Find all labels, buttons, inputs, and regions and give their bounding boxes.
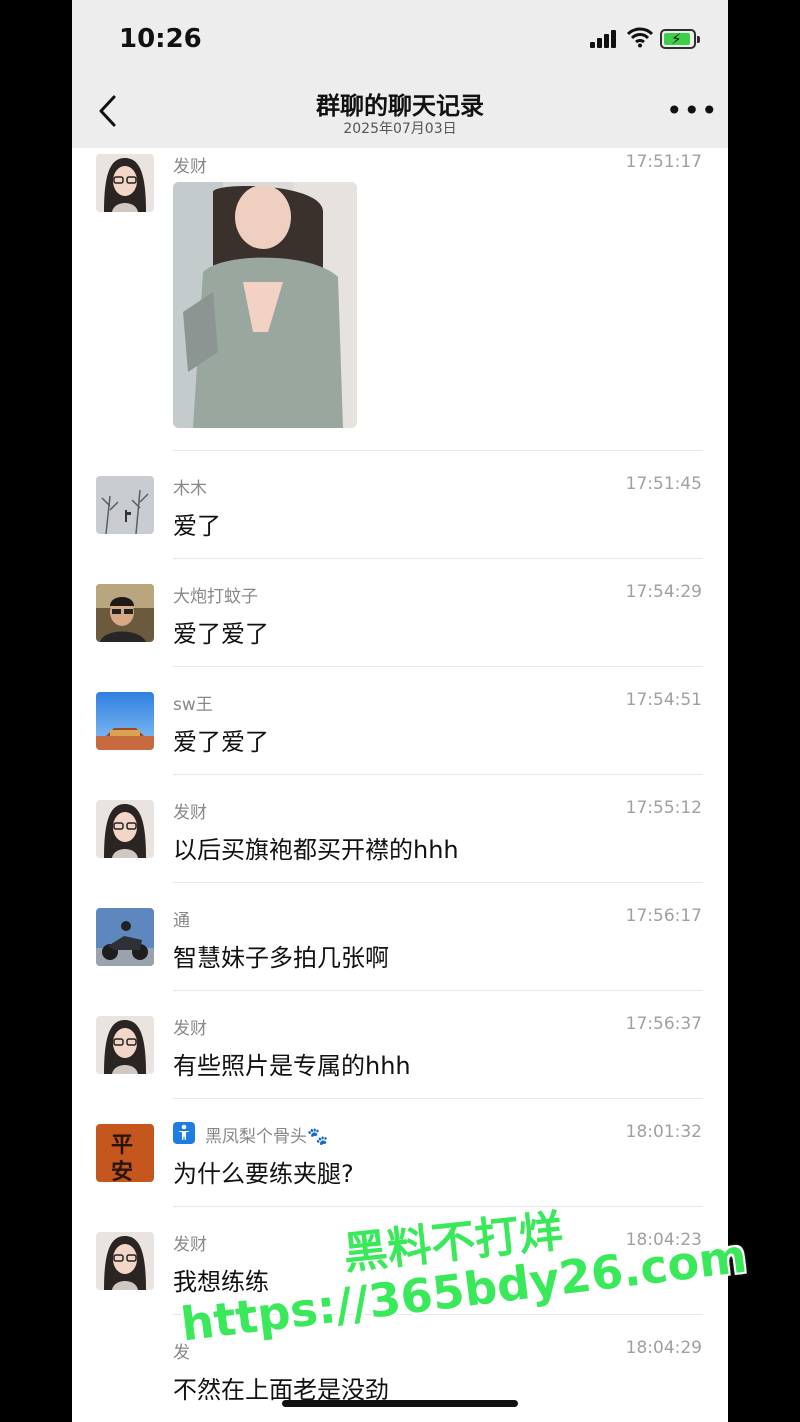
message-item: sw王 17:54:51 爱了爱了 — [72, 690, 728, 798]
divider — [173, 774, 703, 775]
message-time: 17:56:17 — [625, 906, 702, 926]
sender-name: 发财 — [173, 157, 207, 177]
person-icon — [173, 1122, 195, 1144]
sender-name: 木木 — [173, 479, 207, 499]
status-time: 10:26 — [119, 24, 202, 54]
sender-name: 通 — [173, 911, 190, 931]
message-time: 17:51:17 — [625, 152, 702, 172]
sender-name: sw王 — [173, 695, 213, 715]
avatar-text: 安 — [111, 1159, 134, 1182]
avatar[interactable] — [96, 584, 154, 642]
signal-icon — [590, 30, 620, 48]
message-text: 爱了爱了 — [173, 728, 269, 756]
status-bar: 10:26 ⚡ — [72, 0, 728, 80]
avatar[interactable] — [96, 692, 154, 750]
message-time: 17:54:29 — [625, 582, 702, 602]
divider — [173, 882, 703, 883]
sender-name: 黑凤梨个骨头🐾 — [205, 1127, 329, 1147]
avatar[interactable] — [96, 1232, 154, 1290]
more-options-icon[interactable]: ••• — [666, 97, 719, 125]
message-time: 17:56:37 — [625, 1014, 702, 1034]
page-date: 2025年07月03日 — [343, 121, 457, 137]
message-text: 为什么要练夹腿? — [173, 1160, 354, 1188]
shared-photo[interactable] — [173, 182, 357, 428]
message-time: 18:04:29 — [625, 1338, 702, 1358]
avatar[interactable]: 平 安 — [96, 1124, 154, 1182]
message-item: 木木 17:51:45 爱了 — [72, 474, 728, 582]
divider — [173, 450, 703, 451]
message-text: 有些照片是专属的hhh — [173, 1052, 411, 1080]
message-item: 发 18:04:29 不然在上面老是没劲 — [72, 1338, 728, 1422]
divider — [173, 1098, 703, 1099]
message-text: 爱了 — [173, 512, 221, 540]
page-title: 群聊的聊天记录 — [316, 92, 484, 120]
message-time: 18:01:32 — [625, 1122, 702, 1142]
message-time: 17:51:45 — [625, 474, 702, 494]
message-text: 以后买旗袍都买开襟的hhh — [173, 836, 459, 864]
sender-name: 发财 — [173, 803, 207, 823]
message-item: 通 17:56:17 智慧妹子多拍几张啊 — [72, 906, 728, 1014]
message-item: 大炮打蚊子 17:54:29 爱了爱了 — [72, 582, 728, 690]
message-item: 发财 17:56:37 有些照片是专属的hhh — [72, 1014, 728, 1122]
chat-history-screen: 10:26 ⚡ 群聊的聊天记录 2025年07月03日 ••• 发财 17:51… — [72, 0, 728, 1422]
divider — [173, 558, 703, 559]
battery-icon: ⚡ — [660, 29, 700, 49]
divider — [173, 666, 703, 667]
message-item: 发财 17:51:17 — [72, 152, 728, 452]
avatar[interactable] — [96, 476, 154, 534]
nav-bar: 群聊的聊天记录 2025年07月03日 ••• — [72, 80, 728, 148]
sender-name: 大炮打蚊子 — [173, 587, 258, 607]
message-text: 爱了爱了 — [173, 620, 269, 648]
avatar[interactable] — [96, 800, 154, 858]
message-time: 17:55:12 — [625, 798, 702, 818]
message-item: 发财 17:55:12 以后买旗袍都买开襟的hhh — [72, 798, 728, 906]
message-time: 17:54:51 — [625, 690, 702, 710]
avatar[interactable] — [96, 908, 154, 966]
message-text: 智慧妹子多拍几张啊 — [173, 944, 389, 972]
avatar[interactable] — [96, 1016, 154, 1074]
sender-name: 发财 — [173, 1019, 207, 1039]
divider — [173, 990, 703, 991]
home-indicator[interactable] — [282, 1400, 518, 1407]
wifi-icon — [627, 27, 653, 48]
sender-name: 发财 — [173, 1235, 207, 1255]
avatar[interactable] — [96, 154, 154, 212]
